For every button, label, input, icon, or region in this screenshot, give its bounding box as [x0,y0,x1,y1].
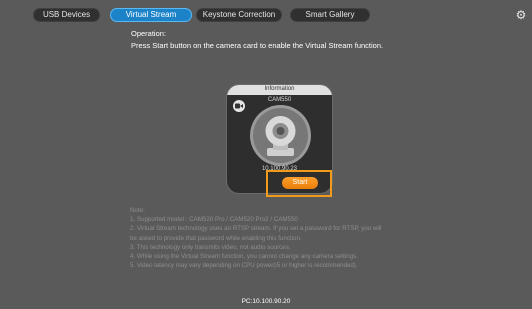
note-item: 1. Supported model : CAM520 Pro / CAM520… [130,216,298,224]
tab-smart-gallery[interactable]: Smart Gallery [290,8,370,22]
tab-bar: USB Devices Virtual Stream Keystone Corr… [0,0,532,26]
tab-virtual-stream[interactable]: Virtual Stream [110,8,192,22]
tab-keystone-correction[interactable]: Keystone Correction [196,8,282,22]
note-item: 4. While using the Virtual Stream functi… [130,253,358,261]
start-button[interactable]: Start [282,177,318,189]
tab-usb-devices[interactable]: USB Devices [33,8,100,22]
ptz-camera-icon [253,108,308,163]
note-item: 2. Virtual Stream technology uses an RTS… [130,225,382,233]
notes-section: Note: 1. Supported model : CAM520 Pro / … [130,206,382,270]
video-camera-icon [233,100,245,112]
note-item: 3. This technology only transmits video,… [130,243,291,251]
operation-title: Operation: [131,29,167,38]
operation-text: Press Start button on the camera card to… [131,41,384,50]
notes-title: Note: [130,207,145,214]
note-item: 5. Video latency may vary depending on C… [130,262,358,270]
note-item: be asked to provide that password while … [130,234,302,242]
card-header-label: Information [264,86,295,92]
gear-icon[interactable]: ⚙ [515,9,527,21]
virtual-stream-page: USB Devices Virtual Stream Keystone Corr… [0,0,532,309]
pc-ip-address: PC:10.100.90.20 [241,298,291,305]
